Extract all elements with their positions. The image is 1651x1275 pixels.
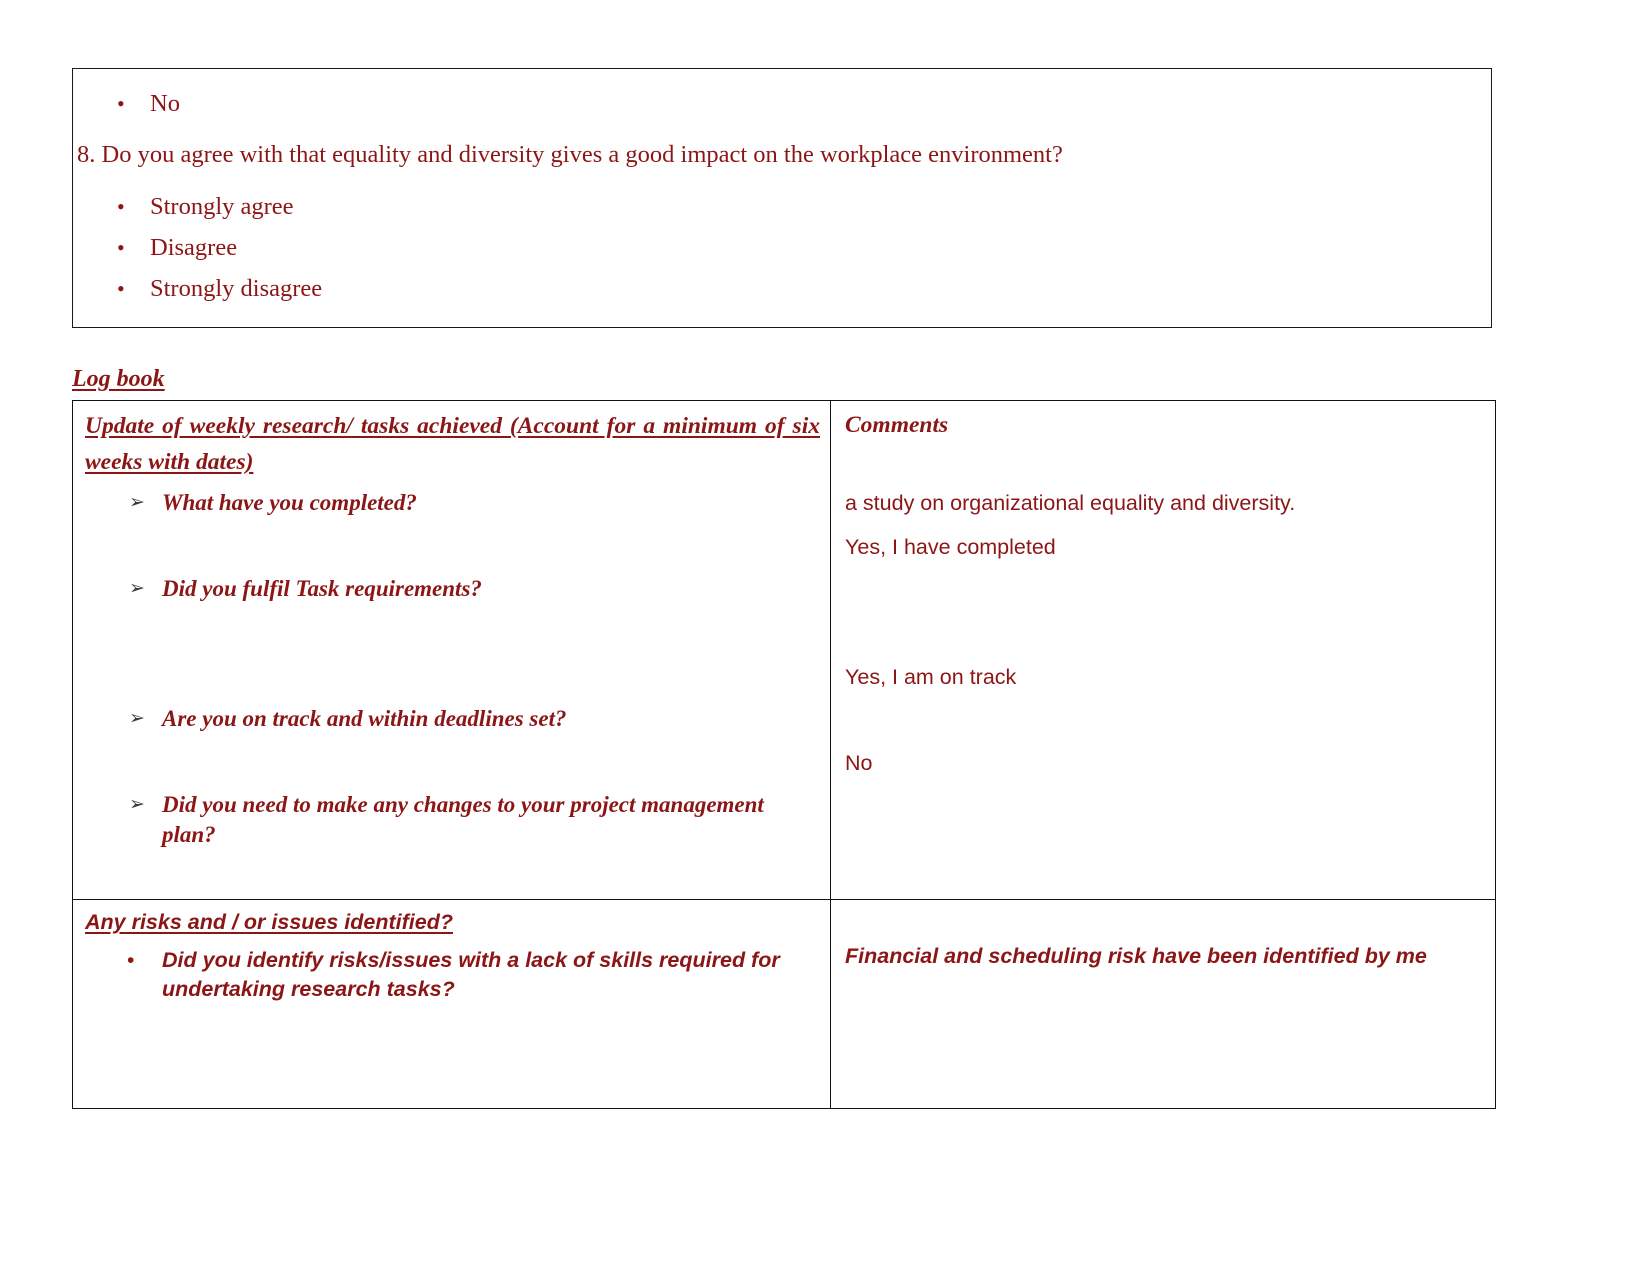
- risks-question-label: Did you identify risks/issues with a lac…: [162, 948, 780, 1001]
- arrow-bullet-icon: ➢: [129, 492, 145, 513]
- option-label: Strongly disagree: [150, 275, 323, 302]
- weekly-question-list: ➢ Did you need to make any changes to yo…: [85, 790, 820, 850]
- list-item: ➢ Did you need to make any changes to yo…: [85, 790, 820, 850]
- comment-answer: Yes, I am on track: [845, 665, 1017, 689]
- list-item: ➢ Did you fulfil Task requirements?: [85, 574, 820, 604]
- arrow-bullet-icon: ➢: [129, 578, 145, 599]
- weekly-update-header: Update of weekly research/ tasks achieve…: [85, 413, 820, 475]
- list-item: ➢ Are you on track and within deadlines …: [85, 704, 820, 734]
- bullet-dot-icon: •: [117, 235, 125, 260]
- option-label: Strongly agree: [150, 193, 294, 220]
- weekly-question-label: Are you on track and within deadlines se…: [162, 706, 567, 731]
- table-row: Any risks and / or issues identified? • …: [72, 899, 1496, 1109]
- risks-comment-cell: Financial and scheduling risk have been …: [830, 899, 1496, 1109]
- list-item: • Strongly disagree: [73, 268, 1491, 309]
- weekly-question-list: ➢ What have you completed?: [85, 488, 820, 518]
- risks-question-list: • Did you identify risks/issues with a l…: [85, 946, 820, 1004]
- option-label: No: [150, 90, 180, 117]
- list-item: • No: [73, 83, 1491, 124]
- comments-header: Comments: [845, 412, 949, 438]
- weekly-question-list: ➢ Are you on track and within deadlines …: [85, 704, 820, 734]
- list-item: • Strongly agree: [73, 186, 1491, 227]
- comment-answer: a study on organizational equality and d…: [845, 491, 1296, 515]
- weekly-question-list: ➢ Did you fulfil Task requirements?: [85, 574, 820, 604]
- logbook-section-heading: Log book: [72, 366, 165, 392]
- leading-option-list: • No: [73, 83, 1491, 124]
- survey-option-list: • Strongly agree • Disagree • Strongly d…: [73, 186, 1491, 309]
- list-item: • Disagree: [73, 227, 1491, 268]
- risks-header: Any risks and / or issues identified?: [85, 910, 453, 934]
- comment-answer: No: [845, 751, 873, 775]
- option-label: Disagree: [150, 234, 238, 261]
- survey-question-text: 8. Do you agree with that equality and d…: [77, 141, 1063, 168]
- list-item: • Did you identify risks/issues with a l…: [85, 946, 820, 1004]
- risks-comment-answer: Financial and scheduling risk have been …: [845, 944, 1427, 968]
- bullet-dot-icon: •: [127, 949, 135, 972]
- list-item: ➢ What have you completed?: [85, 488, 820, 518]
- weekly-update-cell: Update of weekly research/ tasks achieve…: [72, 400, 831, 900]
- logbook-table: Update of weekly research/ tasks achieve…: [72, 400, 1496, 1109]
- bullet-dot-icon: •: [117, 91, 125, 116]
- weekly-question-label: Did you need to make any changes to your…: [162, 792, 764, 847]
- survey-question-box: • No 8. Do you agree with that equality …: [72, 68, 1492, 328]
- weekly-question-label: Did you fulfil Task requirements?: [162, 576, 482, 601]
- bullet-dot-icon: •: [117, 194, 125, 219]
- weekly-question-label: What have you completed?: [162, 490, 417, 515]
- arrow-bullet-icon: ➢: [129, 794, 145, 815]
- risks-question-cell: Any risks and / or issues identified? • …: [72, 899, 831, 1109]
- table-row: Update of weekly research/ tasks achieve…: [72, 400, 1496, 900]
- arrow-bullet-icon: ➢: [129, 708, 145, 729]
- comment-answer: Yes, I have completed: [845, 535, 1056, 559]
- weekly-comments-cell: Comments a study on organizational equal…: [830, 400, 1496, 900]
- bullet-dot-icon: •: [117, 276, 125, 301]
